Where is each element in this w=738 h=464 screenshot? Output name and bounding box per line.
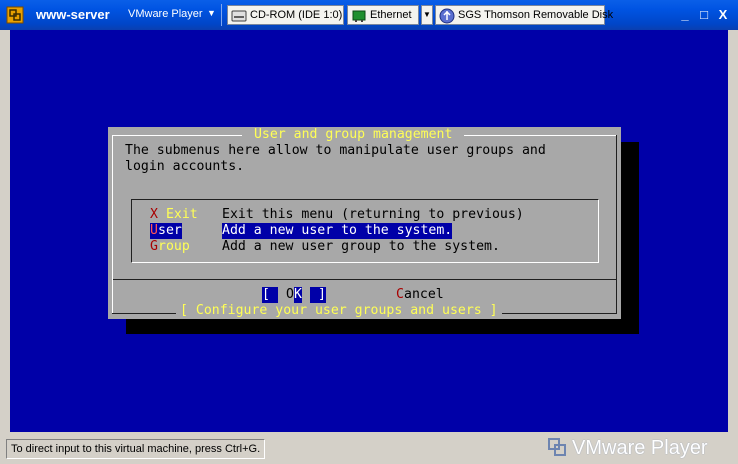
menu-item-exit[interactable]: X Exit Exit this menu (returning to prev… <box>150 207 590 223</box>
menu-item-key: G <box>150 239 158 254</box>
minimize-button[interactable]: _ <box>676 7 694 23</box>
chevron-down-icon[interactable]: ▼ <box>207 8 216 18</box>
intro-line-1: The submenus here allow to manipulate us… <box>125 143 546 158</box>
chevron-down-icon[interactable]: ▼ <box>421 5 433 25</box>
title-bar: www-server VMware Player ▼ CD-ROM (IDE 1… <box>0 0 738 30</box>
close-button[interactable]: X <box>714 7 732 23</box>
ok-bracket-open: [ <box>262 287 278 303</box>
cdrom-icon <box>231 10 247 22</box>
menu-item-key: X <box>150 207 158 222</box>
menu-box: X Exit Exit this menu (returning to prev… <box>131 199 599 263</box>
menu-item-description: Add a new user group to the system. <box>222 239 500 254</box>
device-label: SGS Thomson Removable Disk <box>458 9 614 21</box>
dialog-title: User and group management <box>242 127 465 143</box>
ok-label: K <box>294 287 302 303</box>
cancel-hotkey: C <box>396 287 404 302</box>
cancel-label: ancel <box>404 287 444 302</box>
ok-hotkey: O <box>286 287 294 303</box>
usb-icon <box>439 8 455 24</box>
vm-name: www-server <box>36 7 110 22</box>
vmware-logo-icon[interactable] <box>6 6 24 24</box>
menu-item-group[interactable]: G roup Add a new user group to the syste… <box>150 239 590 255</box>
intro-line-2: login accounts. <box>125 159 245 174</box>
maximize-button[interactable]: □ <box>695 7 713 23</box>
button-separator <box>113 279 616 280</box>
device-label: Ethernet <box>370 9 412 21</box>
vm-console-screen[interactable]: User and group management The submenus h… <box>10 30 728 432</box>
player-menu[interactable]: VMware Player <box>128 8 203 20</box>
vmware-player-brand: VMware Player <box>572 437 708 459</box>
device-cdrom-button[interactable]: CD-ROM (IDE 1:0) <box>227 5 344 25</box>
device-ethernet-button[interactable]: Ethernet <box>347 5 419 25</box>
menu-item-key: U <box>150 223 158 239</box>
menu-item-label: Exit <box>158 207 198 222</box>
menu-item-label: roup <box>158 239 190 254</box>
menu-item-description: Exit this menu (returning to previous) <box>222 207 524 222</box>
dialog-footer: [ Configure your user groups and users ] <box>176 303 502 319</box>
divider <box>221 4 222 26</box>
network-icon <box>352 10 366 22</box>
menu-item-description: Add a new user to the system. <box>222 223 453 239</box>
status-bar: To direct input to this virtual machine,… <box>0 432 738 464</box>
user-group-management-dialog: User and group management The submenus h… <box>108 127 621 319</box>
dialog-border-right <box>616 135 617 313</box>
status-hint: To direct input to this virtual machine,… <box>6 439 266 459</box>
menu-item-label: ser <box>158 223 182 239</box>
cancel-button[interactable]: C ancel <box>396 287 456 303</box>
ok-button[interactable]: [ O K ] <box>262 287 334 303</box>
dialog-border-left <box>112 135 113 313</box>
vmware-brand-icon <box>548 438 566 456</box>
ok-bracket-close: ] <box>310 287 326 303</box>
device-label: CD-ROM (IDE 1:0) <box>250 9 343 21</box>
device-usb-button[interactable]: SGS Thomson Removable Disk <box>435 5 613 25</box>
menu-item-user[interactable]: U ser Add a new user to the system. <box>150 223 590 239</box>
